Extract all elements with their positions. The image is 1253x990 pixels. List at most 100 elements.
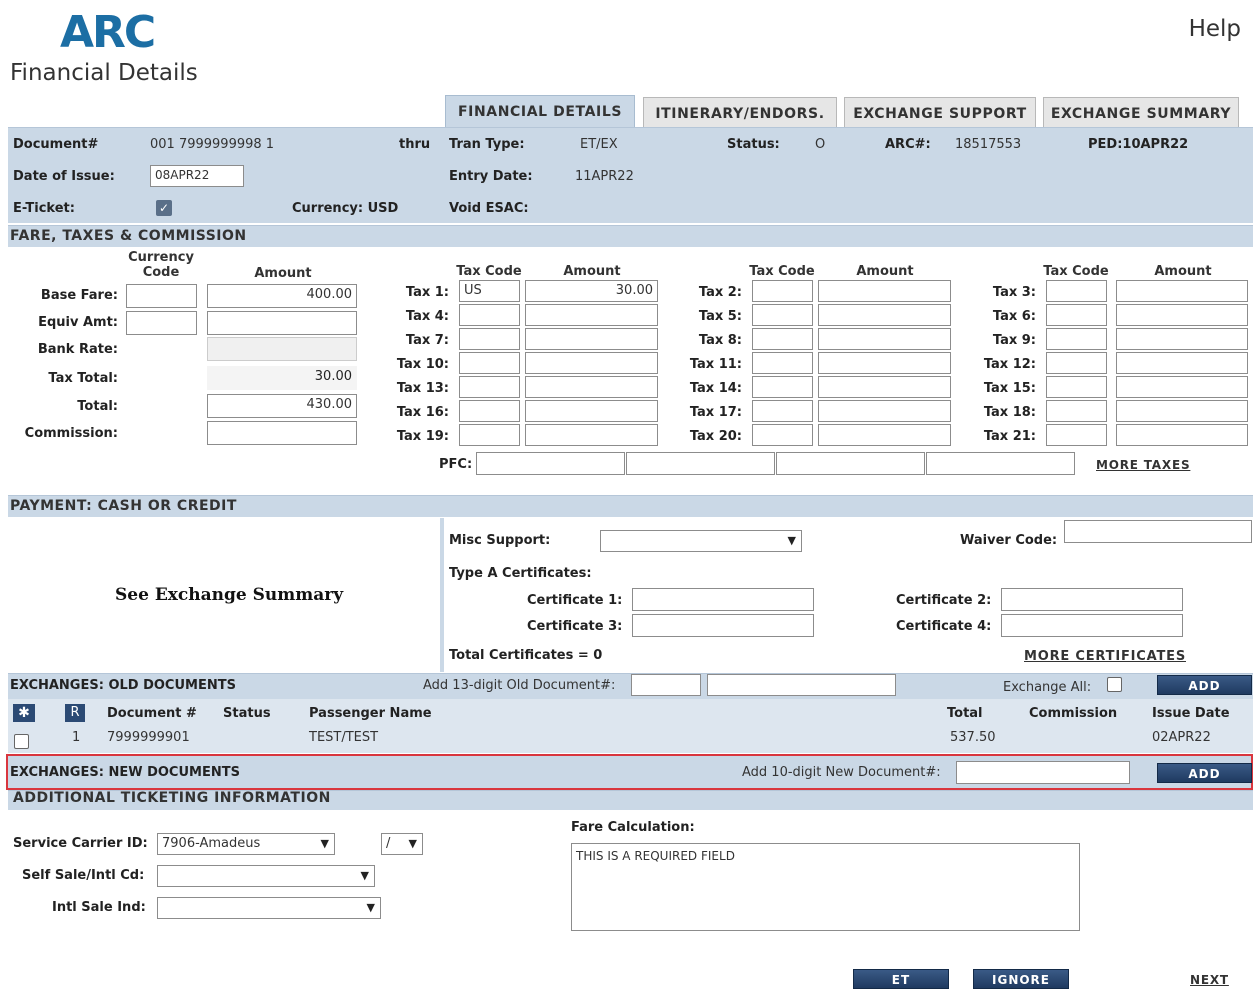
tax-10-code-input[interactable]	[459, 352, 520, 374]
help-link[interactable]: Help	[1189, 16, 1241, 42]
service-carrier-select[interactable]: 7906-Amadeus ▼	[157, 833, 335, 855]
commission-input[interactable]	[207, 421, 357, 445]
equiv-amount-input[interactable]	[207, 311, 357, 335]
tax-21-code-input[interactable]	[1046, 424, 1107, 446]
old-document-prefix-input[interactable]	[631, 674, 701, 696]
tax-21-amount-input[interactable]	[1116, 424, 1248, 446]
certificate-3-input[interactable]	[632, 614, 814, 637]
tab-financial-details[interactable]: FINANCIAL DETAILS	[445, 95, 635, 127]
entry-date-label: Entry Date:	[449, 169, 533, 184]
base-fare-currency-input[interactable]	[126, 284, 197, 308]
certificate-4-input[interactable]	[1001, 614, 1183, 637]
add-new-document-button[interactable]: ADD	[1157, 763, 1252, 783]
tax-17-amount-input[interactable]	[818, 400, 951, 422]
more-certificates-link[interactable]: MORE CERTIFICATES	[1024, 649, 1186, 664]
total-amount-input[interactable]: 430.00	[207, 394, 357, 418]
old-document-number-input[interactable]	[707, 674, 896, 696]
tax-12-code-input[interactable]	[1046, 352, 1107, 374]
col-status: Status	[223, 706, 271, 721]
tax-11-code-input[interactable]	[752, 352, 813, 374]
ignore-button[interactable]: IGNORE	[973, 969, 1069, 989]
tax-15-code-input[interactable]	[1046, 376, 1107, 398]
equiv-currency-input[interactable]	[126, 311, 197, 335]
tax-14-code-input[interactable]	[752, 376, 813, 398]
add-old-document-button[interactable]: ADD	[1157, 675, 1252, 695]
tax-21-label: Tax 21:	[983, 429, 1036, 444]
tax-16-code-input[interactable]	[459, 400, 520, 422]
tax-8-code-input[interactable]	[752, 328, 813, 350]
pfc-input-4[interactable]	[926, 452, 1075, 475]
more-taxes-link[interactable]: MORE TAXES	[1096, 458, 1190, 472]
slash-select[interactable]: / ▼	[381, 833, 423, 855]
tax-11-amount-input[interactable]	[818, 352, 951, 374]
tax-20-code-input[interactable]	[752, 424, 813, 446]
tax-9-code-input[interactable]	[1046, 328, 1107, 350]
tax-4-code-input[interactable]	[459, 304, 520, 326]
certificate-1-input[interactable]	[632, 588, 814, 611]
total-label: Total:	[77, 399, 118, 414]
tax-13-amount-input[interactable]	[525, 376, 658, 398]
pfc-input-2[interactable]	[626, 452, 775, 475]
pfc-input-1[interactable]	[476, 452, 625, 475]
base-fare-amount-input[interactable]: 400.00	[207, 284, 357, 308]
tax-14-amount-input[interactable]	[818, 376, 951, 398]
tax-amount-header-1: Amount	[563, 264, 621, 279]
tab-exchange-summary[interactable]: EXCHANGE SUMMARY	[1043, 97, 1239, 127]
tax-6-code-input[interactable]	[1046, 304, 1107, 326]
tax-18-code-input[interactable]	[1046, 400, 1107, 422]
select-all-star-icon[interactable]: ✱	[13, 704, 35, 722]
certificate-2-input[interactable]	[1001, 588, 1183, 611]
arc-number-value: 18517553	[955, 137, 1022, 152]
tax-2-amount-input[interactable]	[818, 280, 951, 302]
tax-20-amount-input[interactable]	[818, 424, 951, 446]
exchange-all-label: Exchange All:	[1003, 680, 1092, 695]
tax-18-amount-input[interactable]	[1116, 400, 1248, 422]
tax-8-amount-input[interactable]	[818, 328, 951, 350]
tax-19-code-input[interactable]	[459, 424, 520, 446]
self-sale-select[interactable]: ▼	[157, 865, 375, 887]
tax-7-amount-input[interactable]	[525, 328, 658, 350]
tax-1-amount-input[interactable]: 30.00	[525, 280, 658, 302]
status-label: Status:	[727, 137, 780, 152]
new-document-input[interactable]	[956, 761, 1130, 784]
chevron-down-icon: ▼	[320, 837, 329, 850]
type-a-certificates-label: Type A Certificates:	[449, 566, 592, 581]
exchange-all-checkbox[interactable]	[1107, 677, 1122, 692]
tax-4-amount-input[interactable]	[525, 304, 658, 326]
date-of-issue-field[interactable]: 08APR22	[150, 165, 244, 187]
intl-sale-select[interactable]: ▼	[157, 897, 381, 919]
misc-support-label: Misc Support:	[449, 533, 551, 548]
et-button[interactable]: ET	[853, 969, 949, 989]
next-link[interactable]: NEXT	[1190, 973, 1229, 987]
fare-calculation-textarea[interactable]: THIS IS A REQUIRED FIELD	[571, 843, 1080, 931]
tax-5-amount-input[interactable]	[818, 304, 951, 326]
waiver-code-input[interactable]	[1064, 520, 1252, 543]
tax-3-code-input[interactable]	[1046, 280, 1107, 302]
e-ticket-checkbox[interactable]: ✓	[156, 200, 172, 216]
tax-4-label: Tax 4:	[405, 309, 449, 324]
pfc-input-3[interactable]	[776, 452, 925, 475]
misc-support-select[interactable]: ▼	[600, 530, 802, 552]
tax-15-amount-input[interactable]	[1116, 376, 1248, 398]
chevron-down-icon: ▼	[787, 534, 796, 547]
tax-7-label: Tax 7:	[405, 333, 449, 348]
tax-7-code-input[interactable]	[459, 328, 520, 350]
tax-10-amount-input[interactable]	[525, 352, 658, 374]
tax-1-label: Tax 1:	[405, 285, 449, 300]
tab-exchange-support[interactable]: EXCHANGE SUPPORT	[844, 97, 1036, 127]
tax-6-amount-input[interactable]	[1116, 304, 1248, 326]
tax-2-code-input[interactable]	[752, 280, 813, 302]
waiver-code-label: Waiver Code:	[960, 533, 1058, 548]
tax-3-amount-input[interactable]	[1116, 280, 1248, 302]
tax-1-code-input[interactable]: US	[459, 280, 520, 302]
tax-17-code-input[interactable]	[752, 400, 813, 422]
tax-9-amount-input[interactable]	[1116, 328, 1248, 350]
row-select-checkbox[interactable]	[14, 734, 29, 749]
chevron-down-icon: ▼	[360, 869, 369, 882]
tax-19-amount-input[interactable]	[525, 424, 658, 446]
tab-itinerary-endors[interactable]: ITINERARY/ENDORS.	[643, 97, 837, 127]
tax-13-code-input[interactable]	[459, 376, 520, 398]
tax-12-amount-input[interactable]	[1116, 352, 1248, 374]
tax-16-amount-input[interactable]	[525, 400, 658, 422]
tax-5-code-input[interactable]	[752, 304, 813, 326]
